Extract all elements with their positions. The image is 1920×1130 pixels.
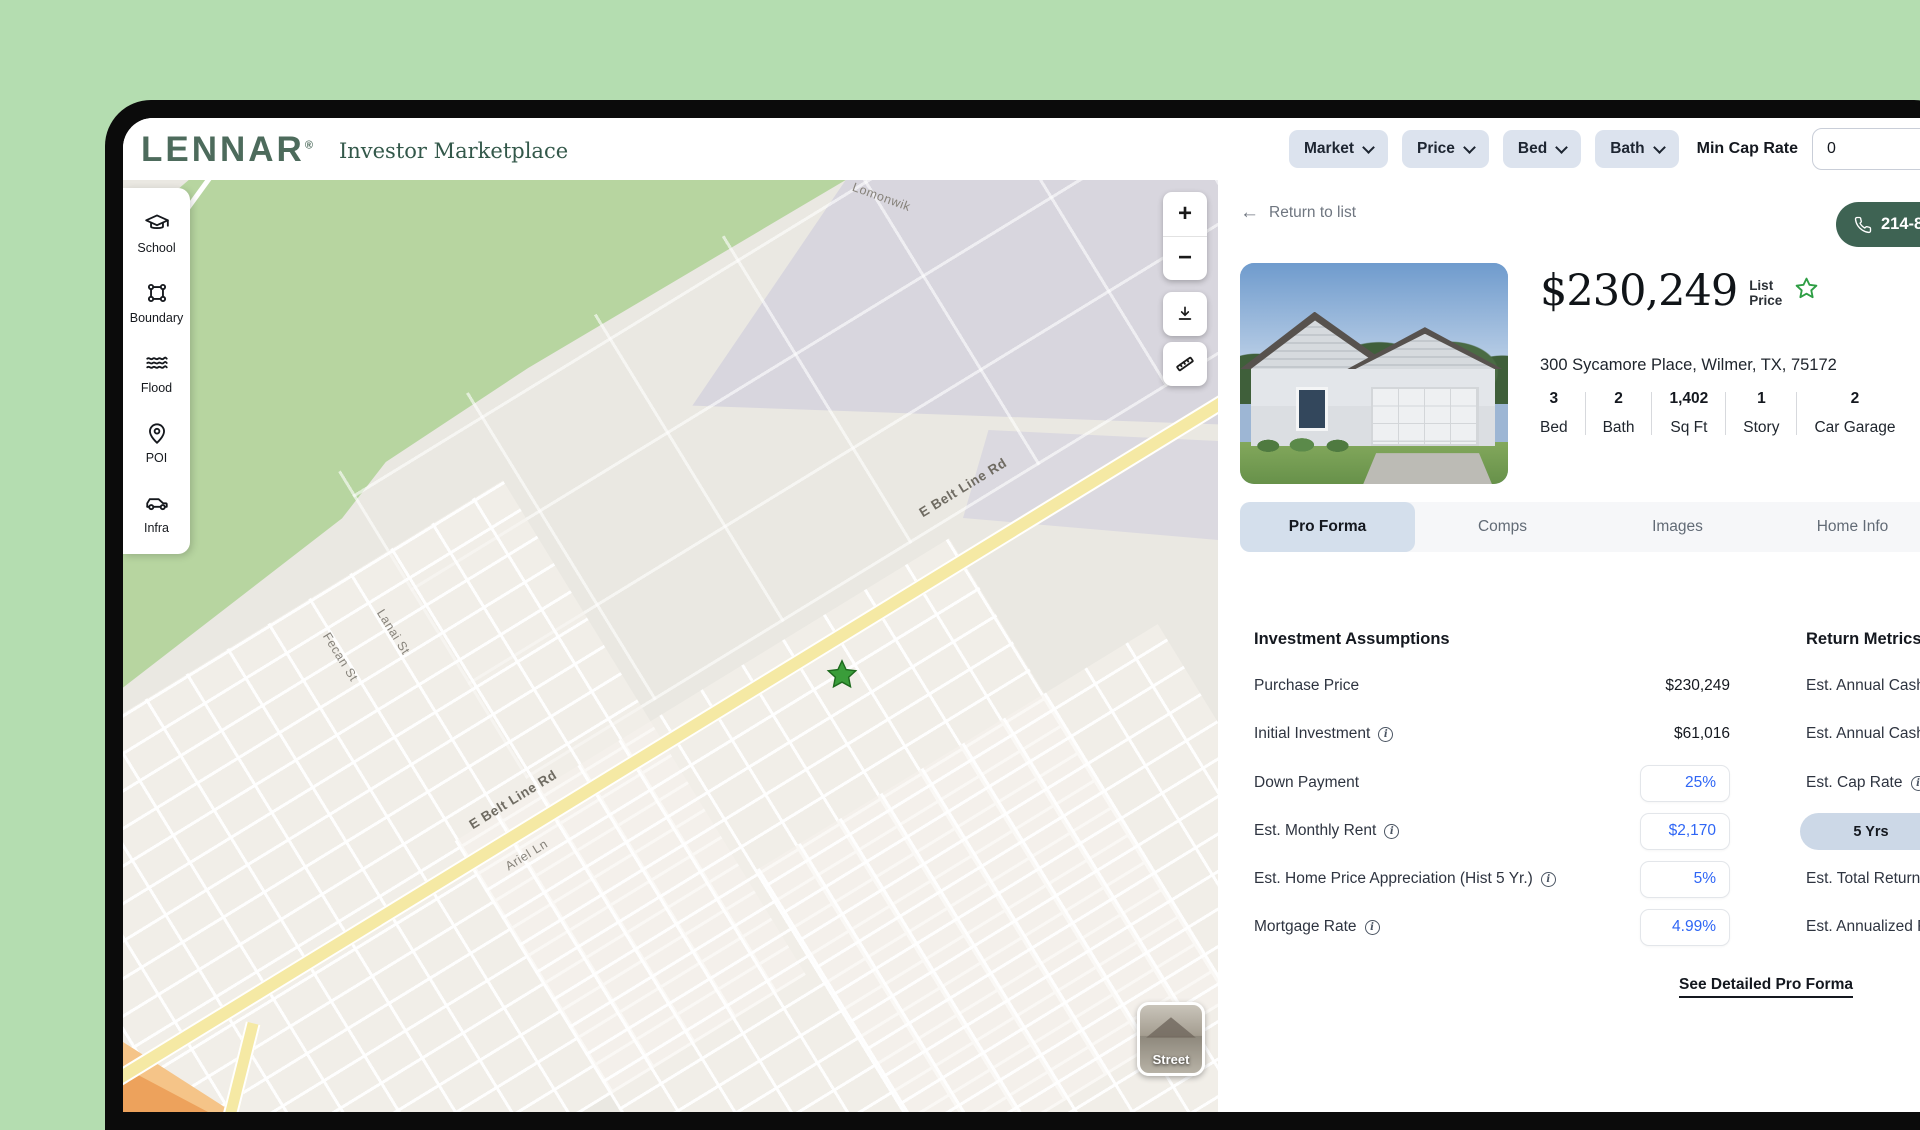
row-monthly-rent: Est. Monthly Rent i — [1254, 811, 1730, 851]
min-cap-rate-label: Min Cap Rate — [1697, 140, 1798, 158]
info-icon[interactable]: i — [1541, 872, 1556, 887]
device-frame: LENNAR® Investor Marketplace Market Pric… — [105, 100, 1920, 1130]
layer-toggle-infra[interactable]: Infra — [123, 478, 190, 548]
assumptions-title: Investment Assumptions — [1254, 630, 1450, 649]
layer-toggle-poi[interactable]: POI — [123, 408, 190, 478]
return-to-list-link[interactable]: ← Return to list — [1240, 203, 1356, 222]
listing-detail-panel: ← Return to list 214-894 — [1218, 180, 1920, 1112]
property-address: 300 Sycamore Place, Wilmer, TX, 75172 — [1540, 356, 1837, 375]
detail-tabs: Pro Forma Comps Images Home Info — [1240, 502, 1920, 552]
layer-toggle-school[interactable]: School — [123, 198, 190, 268]
tab-home-info[interactable]: Home Info — [1765, 502, 1920, 552]
stat-sqft: 1,402Sq Ft — [1652, 390, 1725, 437]
layer-toggle-flood[interactable]: Flood — [123, 338, 190, 408]
row-mortgage-rate: Mortgage Rate i — [1254, 907, 1730, 947]
stat-bath: 2Bath — [1586, 390, 1652, 437]
property-star-marker[interactable] — [825, 658, 859, 692]
waves-icon — [144, 350, 170, 376]
zoom-control-group: + − — [1163, 192, 1207, 280]
metric-total-return: Est. Total Return — [1806, 859, 1920, 899]
ruler-icon — [1174, 353, 1196, 375]
row-home-price-appreciation: Est. Home Price Appreciation (Hist 5 Yr.… — [1254, 859, 1730, 899]
top-header: LENNAR® Investor Marketplace Market Pric… — [123, 118, 1920, 180]
price-filter-dropdown[interactable]: Price — [1402, 130, 1489, 168]
photo-shrubs — [1256, 435, 1358, 453]
property-stats-row: 3Bed 2Bath 1,402Sq Ft 1Story — [1540, 390, 1912, 437]
photo-driveway — [1363, 453, 1492, 484]
metric-cap-rate: Est. Cap Rate i — [1806, 763, 1920, 803]
map-layer-sidebar: School Boundary — [123, 188, 190, 554]
horizon-toggle-5yrs[interactable]: 5 Yrs — [1800, 813, 1920, 850]
list-price-value: $230,249 — [1540, 270, 1737, 313]
tab-images[interactable]: Images — [1590, 502, 1765, 552]
chevron-down-icon — [1555, 141, 1568, 154]
metrics-title: Return Metrics — [1806, 630, 1920, 649]
boundary-icon — [144, 280, 170, 306]
info-icon[interactable]: i — [1378, 727, 1393, 742]
stat-story: 1Story — [1726, 390, 1796, 437]
registered-mark: ® — [305, 139, 313, 151]
tab-pro-forma[interactable]: Pro Forma — [1240, 502, 1415, 552]
property-photo[interactable] — [1240, 263, 1508, 484]
map-pin-icon — [144, 420, 170, 446]
basemap-style-toggle[interactable]: Street — [1137, 1002, 1205, 1076]
row-down-payment: Down Payment — [1254, 763, 1730, 803]
appreciation-input[interactable] — [1640, 861, 1730, 898]
list-price-label: List Price — [1749, 279, 1782, 309]
info-icon[interactable]: i — [1911, 776, 1920, 791]
row-initial-investment: Initial Investment i $61,016 — [1254, 714, 1730, 754]
zoom-in-button[interactable]: + — [1163, 192, 1207, 236]
chevron-down-icon — [1362, 141, 1375, 154]
metric-annual-cash-1: Est. Annual Cash — [1806, 666, 1920, 706]
app-title: Investor Marketplace — [339, 139, 568, 163]
row-purchase-price: Purchase Price $230,249 — [1254, 666, 1730, 706]
basemap-thumbnail — [1146, 1017, 1196, 1037]
monthly-rent-input[interactable] — [1640, 813, 1730, 850]
min-cap-rate-input[interactable] — [1812, 128, 1920, 170]
info-icon[interactable]: i — [1384, 824, 1399, 839]
info-icon[interactable]: i — [1365, 920, 1380, 935]
arrow-left-icon: ← — [1240, 203, 1259, 222]
measure-button[interactable] — [1163, 342, 1207, 386]
market-filter-dropdown[interactable]: Market — [1289, 130, 1388, 168]
photo-window — [1296, 387, 1328, 431]
lennar-logo[interactable]: LENNAR® — [141, 132, 313, 167]
app-window: LENNAR® Investor Marketplace Market Pric… — [123, 118, 1920, 1112]
favorite-star-button[interactable] — [1794, 276, 1819, 306]
down-payment-input[interactable] — [1640, 765, 1730, 802]
phone-call-button[interactable]: 214-894 — [1836, 202, 1920, 247]
map-canvas[interactable]: E Belt Line Rd E Belt Line Rd Ariel Ln F… — [123, 180, 1218, 1112]
tab-comps[interactable]: Comps — [1415, 502, 1590, 552]
bath-filter-dropdown[interactable]: Bath — [1595, 130, 1678, 168]
graduation-cap-icon — [144, 210, 170, 236]
bed-filter-dropdown[interactable]: Bed — [1503, 130, 1581, 168]
layer-toggle-boundary[interactable]: Boundary — [123, 268, 190, 338]
metric-annualized-return: Est. Annualized R — [1806, 907, 1920, 947]
phone-icon — [1854, 216, 1872, 234]
see-detailed-pro-forma-link[interactable]: See Detailed Pro Forma — [1654, 976, 1878, 994]
zoom-out-button[interactable]: − — [1163, 237, 1207, 281]
stat-garage: 2Car Garage — [1797, 390, 1912, 437]
metric-annual-cash-2: Est. Annual Cash — [1806, 714, 1920, 754]
filter-bar: Market Price Bed Bath Min Cap Rate — [1289, 118, 1920, 180]
stat-bed: 3Bed — [1540, 390, 1585, 437]
photo-garage-door — [1371, 387, 1478, 447]
download-icon — [1175, 304, 1195, 324]
mortgage-rate-input[interactable] — [1640, 909, 1730, 946]
price-block: $230,249 List Price — [1540, 270, 1819, 313]
download-map-button[interactable] — [1163, 292, 1207, 336]
vehicle-icon — [144, 490, 170, 516]
chevron-down-icon — [1653, 141, 1666, 154]
chevron-down-icon — [1463, 141, 1476, 154]
